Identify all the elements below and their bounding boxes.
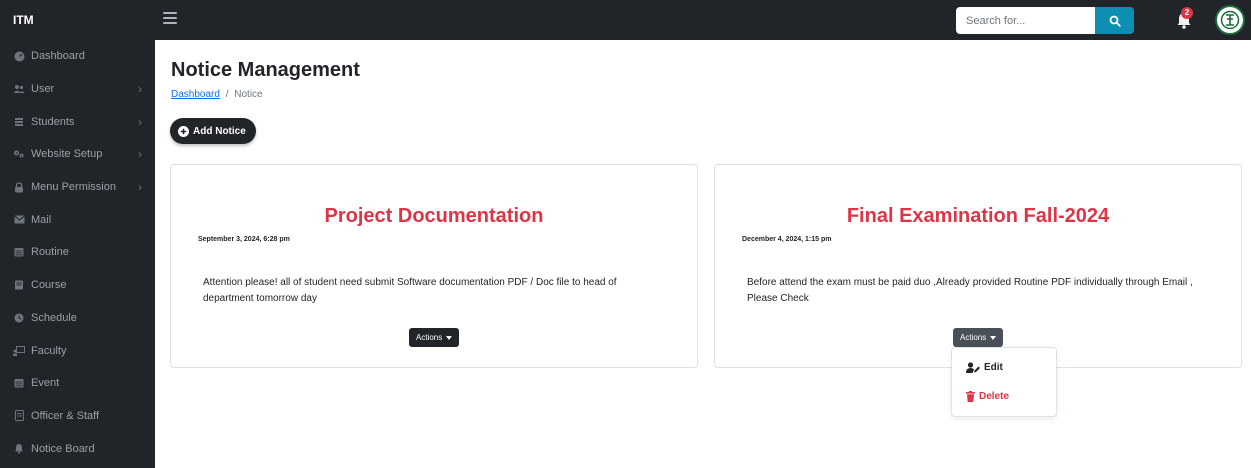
sidebar-item-label: Notice Board — [31, 442, 95, 455]
edit-menu-item[interactable]: Edit — [966, 362, 1003, 373]
user-edit-icon — [966, 362, 980, 373]
caret-down-icon — [990, 335, 997, 340]
search-input[interactable] — [956, 7, 1095, 34]
delete-menu-item[interactable]: Delete — [966, 391, 1009, 402]
chevron-right-icon: › — [138, 82, 142, 97]
sidebar-item-notice-board[interactable]: Notice Board — [0, 432, 155, 465]
sidebar-item-routine[interactable]: Routine — [0, 236, 155, 269]
sidebar-item-schedule[interactable]: Schedule — [0, 302, 155, 335]
sidebar-item-faculty[interactable]: Faculty — [0, 334, 155, 367]
sidebar-item-mail[interactable]: Mail — [0, 203, 155, 236]
edit-label: Edit — [984, 362, 1003, 373]
chevron-right-icon: › — [138, 114, 142, 129]
page-title: Notice Management — [171, 59, 360, 81]
add-notice-button[interactable]: Add Notice — [170, 118, 256, 144]
faculty-icon — [13, 345, 25, 357]
breadcrumb: Dashboard / Notice — [171, 89, 263, 100]
sidebar-item-label: Faculty — [31, 344, 67, 357]
notice-title: Project Documentation — [324, 205, 544, 227]
dashboard-icon — [13, 50, 25, 62]
sidebar-item-label: Schedule — [31, 311, 77, 324]
sidebar-item-label: Website Setup — [31, 148, 103, 161]
chevron-right-icon: › — [138, 180, 142, 195]
brand-name[interactable]: ITM — [0, 13, 155, 27]
sidebar-item-label: Menu Permission — [31, 181, 116, 194]
notice-date: December 4, 2024, 1:15 pm — [742, 236, 832, 243]
notice-date: September 3, 2024, 6:28 pm — [198, 236, 290, 243]
id-card-icon — [13, 410, 25, 422]
calendar-icon — [13, 377, 25, 389]
menu-toggle-icon[interactable] — [163, 12, 177, 26]
top-navbar: ITM 2 — [0, 0, 1251, 40]
lock-icon — [13, 181, 25, 193]
notice-card: Final Examination Fall-2024 December 4, … — [714, 164, 1242, 368]
delete-label: Delete — [979, 391, 1010, 402]
actions-dropdown-menu: Edit Delete — [951, 347, 1057, 417]
sidebar-item-label: User — [31, 83, 55, 96]
users-icon — [13, 83, 25, 95]
clock-icon — [13, 312, 25, 324]
sidebar: Dashboard User › Students › Website Setu… — [0, 40, 155, 468]
breadcrumb-current: Notice — [234, 89, 263, 100]
notice-body: Attention please! all of student need su… — [203, 277, 617, 304]
caret-down-icon — [446, 335, 453, 340]
sidebar-item-label: Mail — [31, 213, 52, 226]
plus-circle-icon — [178, 125, 189, 137]
notification-badge: 2 — [1181, 7, 1193, 19]
logo-icon — [1220, 10, 1240, 30]
user-avatar[interactable] — [1215, 5, 1245, 35]
add-notice-label: Add Notice — [193, 125, 246, 137]
calendar-icon — [13, 246, 25, 258]
sidebar-item-website-setup[interactable]: Website Setup › — [0, 138, 155, 171]
sidebar-item-menu-permission[interactable]: Menu Permission › — [0, 171, 155, 204]
main-content: Notice Management Dashboard / Notice Add… — [155, 40, 1251, 468]
sidebar-item-label: Routine — [31, 246, 69, 259]
sidebar-item-event[interactable]: Event — [0, 367, 155, 400]
search-bar — [956, 7, 1134, 34]
sidebar-item-course[interactable]: Course — [0, 269, 155, 302]
notice-card: Project Documentation September 3, 2024,… — [170, 164, 698, 368]
actions-label: Actions — [416, 333, 443, 342]
search-icon — [1109, 15, 1121, 27]
notice-title: Final Examination Fall-2024 — [846, 205, 1110, 227]
book-icon — [13, 279, 25, 291]
actions-dropdown-button[interactable]: Actions — [409, 328, 460, 347]
trash-icon — [966, 391, 975, 402]
sidebar-item-label: Dashboard — [31, 50, 85, 63]
sidebar-item-user[interactable]: User › — [0, 73, 155, 106]
sidebar-item-label: Course — [31, 279, 67, 292]
sidebar-item-dashboard[interactable]: Dashboard — [0, 40, 155, 73]
sidebar-item-officer-staff[interactable]: Officer & Staff — [0, 400, 155, 433]
sidebar-item-label: Students — [31, 115, 75, 128]
notice-body: Before attend the exam must be paid duo … — [747, 277, 1193, 304]
breadcrumb-link-dashboard[interactable]: Dashboard — [171, 89, 220, 100]
actions-label: Actions — [960, 333, 987, 342]
sidebar-item-students[interactable]: Students › — [0, 105, 155, 138]
search-button[interactable] — [1095, 7, 1134, 34]
gears-icon — [13, 148, 25, 160]
sidebar-item-label: Officer & Staff — [31, 409, 100, 422]
sidebar-item-label: Event — [31, 377, 60, 390]
breadcrumb-separator: / — [225, 89, 229, 100]
chevron-right-icon: › — [138, 147, 142, 162]
mail-icon — [13, 214, 25, 226]
bell-icon — [13, 443, 25, 455]
actions-dropdown-button[interactable]: Actions — [953, 328, 1004, 347]
students-icon — [13, 116, 25, 128]
